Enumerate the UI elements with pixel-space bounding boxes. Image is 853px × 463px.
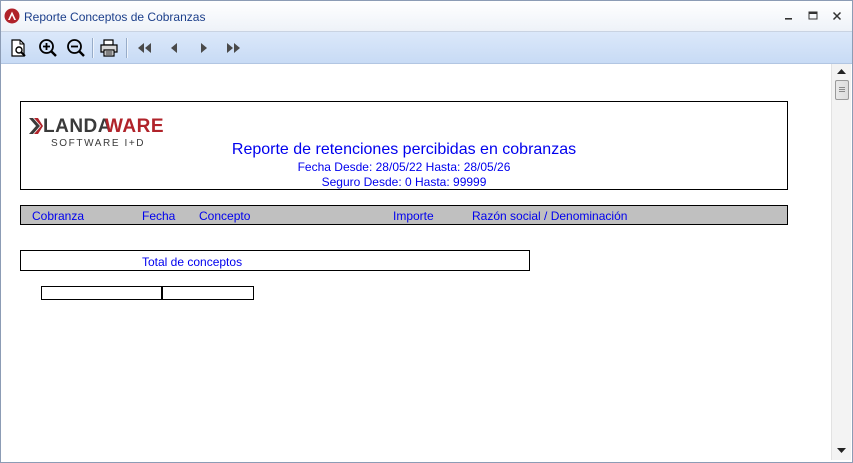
column-header-bar: Cobranza Fecha Concepto Importe Razón so… bbox=[20, 205, 788, 225]
previous-page-button[interactable] bbox=[163, 37, 185, 59]
vertical-scrollbar[interactable] bbox=[831, 64, 851, 460]
column-razon-social: Razón social / Denominación bbox=[472, 209, 628, 223]
report-header: LANDA WARE SOFTWARE I+D Reporte de reten… bbox=[20, 101, 788, 190]
report-toolbar bbox=[1, 32, 852, 64]
scroll-up-icon[interactable] bbox=[837, 68, 846, 75]
total-row: Total de conceptos bbox=[20, 250, 530, 271]
toolbar-separator bbox=[92, 38, 94, 58]
report-seguro-range: Seguro Desde: 0 Hasta: 99999 bbox=[321, 175, 487, 189]
app-logo-icon bbox=[4, 8, 20, 24]
column-cobranza: Cobranza bbox=[32, 209, 85, 223]
zoom-in-icon bbox=[39, 39, 57, 57]
logo-brand-left: LANDA bbox=[43, 116, 112, 137]
scroll-grip bbox=[839, 89, 845, 90]
landaware-logo-mark-icon bbox=[29, 118, 43, 134]
report-title: Reporte de retenciones percibidas en cob… bbox=[231, 141, 577, 158]
toolbar-separator bbox=[126, 38, 128, 58]
close-icon bbox=[832, 11, 842, 21]
zoom-in-button[interactable] bbox=[37, 37, 59, 59]
minimize-button[interactable] bbox=[780, 7, 798, 25]
first-page-icon bbox=[138, 43, 151, 53]
next-page-icon bbox=[201, 43, 207, 53]
scroll-thumb[interactable] bbox=[835, 80, 849, 100]
page-preview-icon bbox=[11, 39, 26, 57]
window-title: Reporte Conceptos de Cobranzas bbox=[24, 10, 206, 24]
scroll-grip bbox=[839, 91, 845, 92]
scroll-grip bbox=[839, 87, 845, 88]
minimize-icon bbox=[785, 18, 792, 20]
column-fecha: Fecha bbox=[142, 209, 176, 223]
print-icon bbox=[100, 39, 118, 57]
next-page-button[interactable] bbox=[193, 37, 215, 59]
report-window: Reporte Conceptos de Cobranzas LANDA WAR… bbox=[0, 0, 853, 463]
last-page-icon bbox=[227, 43, 240, 53]
last-page-button[interactable] bbox=[223, 37, 245, 59]
logo-brand-right: WARE bbox=[105, 116, 164, 137]
maximize-button[interactable] bbox=[804, 7, 822, 25]
close-button[interactable] bbox=[828, 7, 846, 25]
report-preview[interactable]: LANDA WARE SOFTWARE I+D Reporte de reten… bbox=[3, 64, 830, 460]
scroll-down-icon[interactable] bbox=[837, 447, 846, 454]
page-preview-button[interactable] bbox=[8, 37, 30, 59]
column-concepto: Concepto bbox=[199, 209, 251, 223]
total-cell bbox=[161, 286, 254, 300]
previous-page-icon bbox=[171, 43, 177, 53]
report-date-range: Fecha Desde: 28/05/22 Hasta: 28/05/26 bbox=[297, 160, 511, 174]
maximize-icon bbox=[808, 11, 818, 20]
total-cell bbox=[41, 286, 163, 300]
total-label: Total de conceptos bbox=[142, 255, 243, 269]
zoom-out-icon bbox=[67, 39, 85, 57]
print-button[interactable] bbox=[98, 37, 120, 59]
column-importe: Importe bbox=[393, 209, 434, 223]
first-page-button[interactable] bbox=[133, 37, 155, 59]
zoom-out-button[interactable] bbox=[65, 37, 87, 59]
title-bar[interactable]: Reporte Conceptos de Cobranzas bbox=[1, 1, 852, 32]
